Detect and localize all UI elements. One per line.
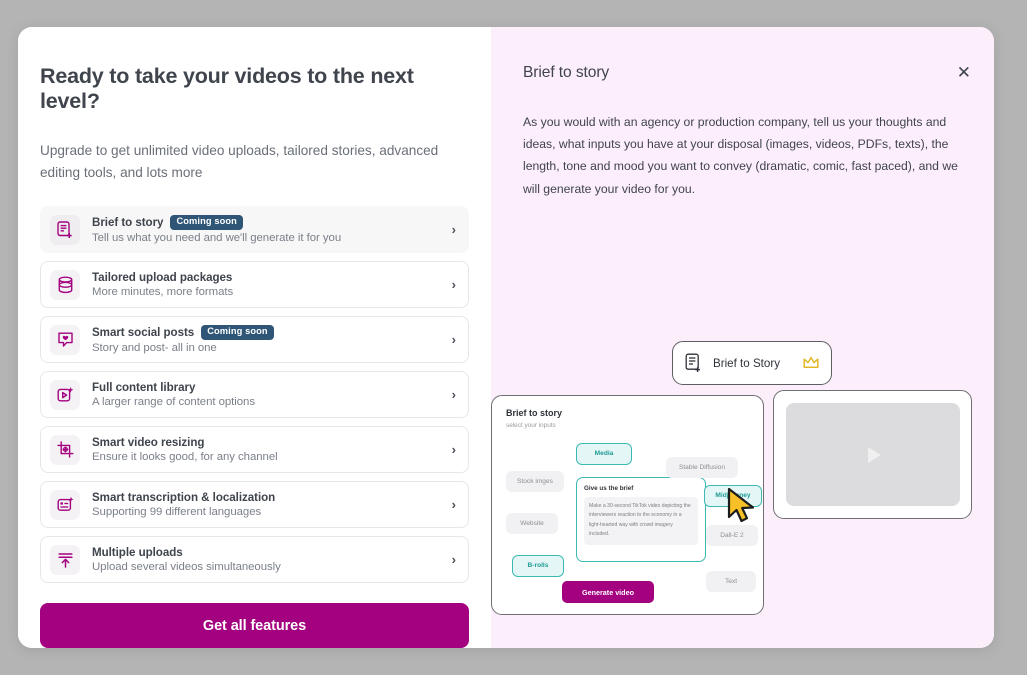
feature-subtitle: Story and post- all in one <box>92 342 444 354</box>
video-sparkle-icon <box>50 380 80 410</box>
brief-input-box[interactable]: Give us the brief Make a 30-second TikTo… <box>576 477 706 562</box>
feature-text: Full content library A larger range of co… <box>92 381 444 409</box>
mouse-cursor-icon <box>726 487 760 525</box>
brief-card-title: Brief to story <box>506 408 749 418</box>
chevron-right-icon[interactable]: › <box>444 387 456 402</box>
brief-to-story-card: Brief to story select your inputs Give u… <box>491 395 764 615</box>
feature-item-2[interactable]: Smart social posts Coming soon Story and p… <box>40 316 469 363</box>
tooltip-label: Brief to Story <box>713 357 794 370</box>
feature-title: Smart transcription & localization <box>92 491 275 504</box>
document-plus-icon <box>685 353 704 373</box>
generate-video-button[interactable]: Generate video <box>562 581 654 603</box>
feature-text: Smart video resizing Ensure it looks good… <box>92 436 444 464</box>
video-preview-card <box>773 390 972 519</box>
chevron-right-icon[interactable]: › <box>444 552 456 567</box>
chevron-right-icon[interactable]: › <box>444 497 456 512</box>
feature-text: Multiple uploads Upload several videos si… <box>92 546 444 574</box>
get-all-features-button[interactable]: Get all features <box>40 603 469 648</box>
status-badge: Coming soon <box>201 325 274 340</box>
right-pane: Brief to story ✕ As you would with an ag… <box>491 27 994 648</box>
page-title: Ready to take your videos to the next le… <box>40 64 469 114</box>
feature-text: Brief to story Coming soon Tell us what yo… <box>92 215 444 244</box>
feature-subtitle: A larger range of content options <box>92 396 444 408</box>
captions-sparkle-icon <box>50 490 80 520</box>
feature-title: Multiple uploads <box>92 546 183 559</box>
heart-chat-icon <box>50 325 80 355</box>
upload-arrow-icon <box>50 545 80 575</box>
detail-title: Brief to story <box>523 64 953 82</box>
chevron-right-icon[interactable]: › <box>444 332 456 347</box>
input-chip[interactable]: Dall-E 2 <box>706 525 758 546</box>
input-chip[interactable]: Text <box>706 571 756 592</box>
feature-item-0[interactable]: Brief to story Coming soon Tell us what yo… <box>40 206 469 253</box>
brief-card-subtitle: select your inputs <box>506 422 749 429</box>
chevron-right-icon[interactable]: › <box>444 277 456 292</box>
document-plus-icon <box>50 215 80 245</box>
upgrade-modal: Ready to take your videos to the next le… <box>18 27 994 648</box>
feature-subtitle: Ensure it looks good, for any channel <box>92 451 444 463</box>
status-badge: Coming soon <box>170 215 243 230</box>
feature-item-4[interactable]: Smart video resizing Ensure it looks good… <box>40 426 469 473</box>
feature-text: Tailored upload packages More minutes, mo… <box>92 271 444 299</box>
detail-description: As you would with an agency or productio… <box>523 111 975 200</box>
feature-title-row: Smart transcription & localization <box>92 491 444 504</box>
input-chip[interactable]: Website <box>506 513 558 534</box>
feature-title-row: Full content library <box>92 381 444 394</box>
feature-item-1[interactable]: Tailored upload packages More minutes, mo… <box>40 261 469 308</box>
brief-input-text[interactable]: Make a 30-second TikTok video depicting … <box>584 497 698 545</box>
feature-title-row: Smart social posts Coming soon <box>92 325 444 340</box>
input-chip[interactable]: Media <box>576 443 632 465</box>
brief-to-story-tooltip[interactable]: Brief to Story <box>672 341 832 385</box>
close-icon[interactable]: ✕ <box>953 61 975 84</box>
feature-title: Brief to story <box>92 216 163 229</box>
feature-item-6[interactable]: Multiple uploads Upload several videos si… <box>40 536 469 583</box>
play-icon[interactable] <box>868 447 881 463</box>
feature-list: Brief to story Coming soon Tell us what yo… <box>40 206 469 583</box>
feature-title-row: Smart video resizing <box>92 436 444 449</box>
crop-resize-icon <box>50 435 80 465</box>
input-chip[interactable]: Stock imges <box>506 471 564 492</box>
brief-input-label: Give us the brief <box>584 485 698 492</box>
feature-title: Tailored upload packages <box>92 271 232 284</box>
video-thumbnail[interactable] <box>786 403 960 506</box>
feature-item-3[interactable]: Full content library A larger range of co… <box>40 371 469 418</box>
feature-subtitle: Supporting 99 different languages <box>92 506 444 518</box>
database-icon <box>50 270 80 300</box>
input-chip[interactable]: Stable Diffusion <box>666 457 738 478</box>
page-subtitle: Upgrade to get unlimited video uploads, … <box>40 140 448 184</box>
input-chip[interactable]: B-rolls <box>512 555 564 577</box>
crown-icon <box>803 356 819 370</box>
product-illustration: GLOSSAI <box>491 275 994 635</box>
left-pane: Ready to take your videos to the next le… <box>18 27 491 648</box>
input-chip-stage: Give us the brief Make a 30-second TikTo… <box>506 429 749 609</box>
feature-title-row: Brief to story Coming soon <box>92 215 444 230</box>
right-header: Brief to story ✕ <box>523 61 975 84</box>
feature-subtitle: More minutes, more formats <box>92 286 444 298</box>
feature-text: Smart social posts Coming soon Story and p… <box>92 325 444 354</box>
feature-text: Smart transcription & localization Suppor… <box>92 491 444 519</box>
chevron-right-icon[interactable]: › <box>444 222 456 237</box>
feature-subtitle: Tell us what you need and we'll generate… <box>92 232 444 244</box>
feature-title-row: Tailored upload packages <box>92 271 444 284</box>
chevron-right-icon[interactable]: › <box>444 442 456 457</box>
feature-title: Smart social posts <box>92 326 194 339</box>
feature-subtitle: Upload several videos simultaneously <box>92 561 444 573</box>
feature-title-row: Multiple uploads <box>92 546 444 559</box>
feature-item-5[interactable]: Smart transcription & localization Suppor… <box>40 481 469 528</box>
feature-title: Full content library <box>92 381 195 394</box>
feature-title: Smart video resizing <box>92 436 204 449</box>
